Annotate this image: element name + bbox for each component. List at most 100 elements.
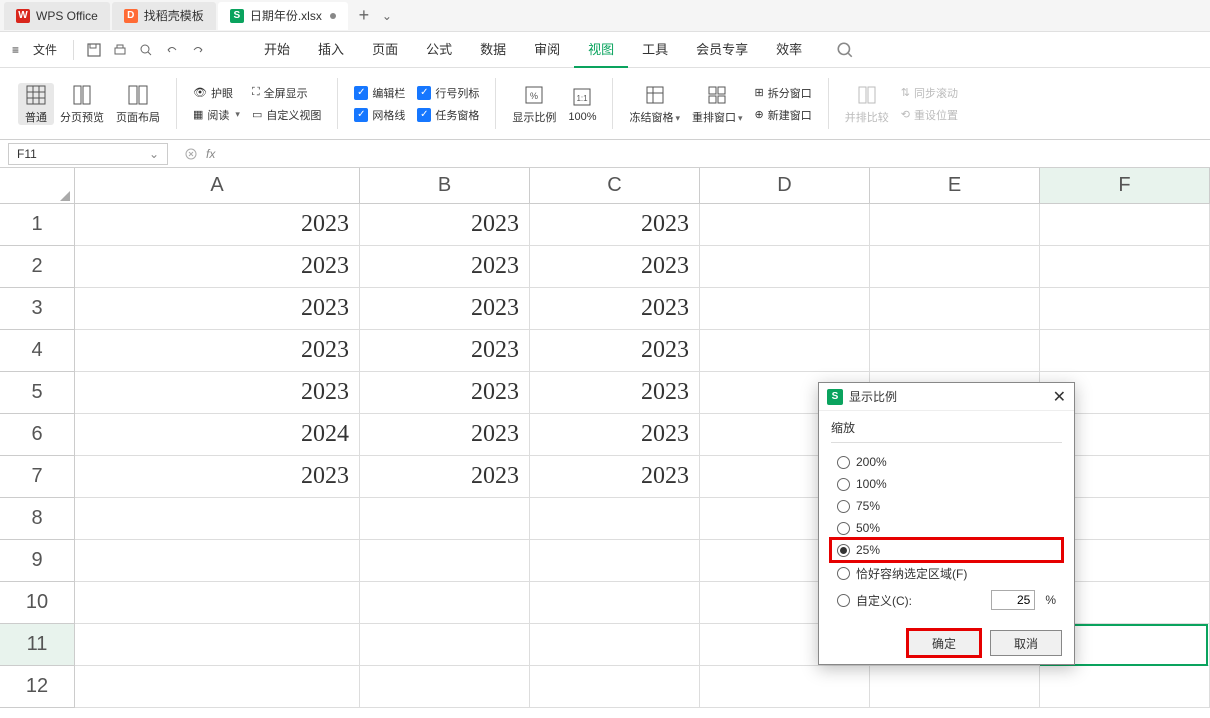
radio-200[interactable]: 200% <box>831 451 1062 473</box>
eyecare-button[interactable]: 👁护眼 <box>193 85 240 101</box>
cancel-edit-icon[interactable] <box>184 147 198 161</box>
read-mode-button[interactable]: ▦阅读▾ <box>193 107 240 123</box>
dialog-titlebar[interactable]: S 显示比例 ✕ <box>819 383 1074 411</box>
cell[interactable]: 2023 <box>530 414 700 456</box>
menu-page[interactable]: 页面 <box>358 31 412 68</box>
cell[interactable] <box>530 582 700 624</box>
cell[interactable] <box>700 204 870 246</box>
cell[interactable] <box>360 498 530 540</box>
row-head[interactable]: 9 <box>0 540 75 582</box>
cell[interactable]: 2023 <box>360 288 530 330</box>
row-head[interactable]: 7 <box>0 456 75 498</box>
col-head-b[interactable]: B <box>360 168 530 203</box>
cell[interactable] <box>700 288 870 330</box>
select-all-corner[interactable] <box>0 168 75 203</box>
cell[interactable] <box>1040 246 1210 288</box>
save-button[interactable] <box>82 38 106 62</box>
cell[interactable] <box>360 582 530 624</box>
cell[interactable]: 2023 <box>75 330 360 372</box>
radio-100[interactable]: 100% <box>831 473 1062 495</box>
radio-fit[interactable]: 恰好容纳选定区域(F) <box>831 561 1062 586</box>
close-button[interactable]: ✕ <box>1053 387 1066 407</box>
name-box[interactable]: F11 ⌄ <box>8 143 168 165</box>
zoom-button[interactable]: % 显示比例 <box>506 83 562 125</box>
cell[interactable] <box>530 624 700 666</box>
hamburger-icon[interactable]: ≡ <box>8 43 23 57</box>
toggle-taskpane[interactable]: ✓任务窗格 <box>417 107 479 123</box>
cell[interactable] <box>75 624 360 666</box>
freeze-panes-button[interactable]: 冻结窗格▾ <box>623 83 686 125</box>
cell[interactable]: 2023 <box>360 372 530 414</box>
menu-start[interactable]: 开始 <box>250 31 304 68</box>
cell[interactable]: 2023 <box>360 246 530 288</box>
cell[interactable]: 2024 <box>75 414 360 456</box>
cell[interactable] <box>870 204 1040 246</box>
radio-50[interactable]: 50% <box>831 517 1062 539</box>
cell[interactable] <box>75 540 360 582</box>
new-window-button[interactable]: ⊕新建窗口 <box>755 107 812 123</box>
cell[interactable] <box>75 666 360 708</box>
tab-document[interactable]: S 日期年份.xlsx <box>218 2 348 30</box>
ok-button[interactable]: 确定 <box>908 630 980 656</box>
fullscreen-button[interactable]: ⛶全屏显示 <box>252 85 321 101</box>
col-head-e[interactable]: E <box>870 168 1040 203</box>
cell[interactable]: 2023 <box>75 456 360 498</box>
cell[interactable]: 2023 <box>75 246 360 288</box>
cell[interactable] <box>360 540 530 582</box>
cell[interactable] <box>700 246 870 288</box>
cell[interactable] <box>360 624 530 666</box>
col-head-c[interactable]: C <box>530 168 700 203</box>
new-tab-button[interactable]: + <box>350 5 378 26</box>
chevron-down-icon[interactable]: ⌄ <box>149 147 159 161</box>
toggle-gridlines[interactable]: ✓网格线 <box>354 107 405 123</box>
tabs-menu-button[interactable]: ⌄ <box>378 9 396 23</box>
radio-75[interactable]: 75% <box>831 495 1062 517</box>
cell[interactable] <box>1040 330 1210 372</box>
col-head-d[interactable]: D <box>700 168 870 203</box>
cell[interactable]: 2023 <box>530 246 700 288</box>
toggle-headings[interactable]: ✓行号列标 <box>417 85 479 101</box>
cell[interactable] <box>75 498 360 540</box>
menu-formula[interactable]: 公式 <box>412 31 466 68</box>
print-button[interactable] <box>108 38 132 62</box>
row-head[interactable]: 11 <box>0 624 75 666</box>
cell[interactable] <box>870 330 1040 372</box>
col-head-f[interactable]: F <box>1040 168 1210 203</box>
custom-zoom-input[interactable] <box>991 590 1035 610</box>
radio-custom[interactable]: 自定义(C): % <box>831 586 1062 614</box>
row-head[interactable]: 2 <box>0 246 75 288</box>
cell[interactable]: 2023 <box>75 372 360 414</box>
cancel-button[interactable]: 取消 <box>990 630 1062 656</box>
menu-tools[interactable]: 工具 <box>628 31 682 68</box>
formula-bar-input[interactable] <box>223 143 1210 165</box>
custom-view-button[interactable]: ▭自定义视图 <box>252 107 321 123</box>
radio-25[interactable]: 25% <box>831 539 1062 561</box>
menu-view[interactable]: 视图 <box>574 31 628 68</box>
cell[interactable]: 2023 <box>530 456 700 498</box>
tab-template[interactable]: D 找稻壳模板 <box>112 2 216 30</box>
cell[interactable] <box>1040 204 1210 246</box>
cell[interactable] <box>360 666 530 708</box>
menu-review[interactable]: 审阅 <box>520 31 574 68</box>
toggle-formula-bar[interactable]: ✓编辑栏 <box>354 85 405 101</box>
cell[interactable]: 2023 <box>530 330 700 372</box>
view-pagelayout-button[interactable]: 页面布局 <box>110 83 166 125</box>
cell[interactable] <box>700 666 870 708</box>
cell[interactable] <box>1040 666 1210 708</box>
row-head[interactable]: 4 <box>0 330 75 372</box>
row-head[interactable]: 6 <box>0 414 75 456</box>
view-normal-button[interactable]: 普通 <box>18 83 54 125</box>
cell[interactable] <box>1040 288 1210 330</box>
cell[interactable]: 2023 <box>530 372 700 414</box>
row-head[interactable]: 12 <box>0 666 75 708</box>
split-window-button[interactable]: ⊞拆分窗口 <box>755 85 812 101</box>
cell[interactable]: 2023 <box>360 204 530 246</box>
arrange-windows-button[interactable]: 重排窗口▾ <box>686 83 749 125</box>
cell[interactable] <box>870 288 1040 330</box>
view-pagebreak-button[interactable]: 分页预览 <box>54 83 110 125</box>
print-preview-button[interactable] <box>134 38 158 62</box>
cell[interactable]: 2023 <box>75 288 360 330</box>
row-head[interactable]: 10 <box>0 582 75 624</box>
menu-efficiency[interactable]: 效率 <box>762 31 816 68</box>
cell[interactable]: 2023 <box>530 288 700 330</box>
